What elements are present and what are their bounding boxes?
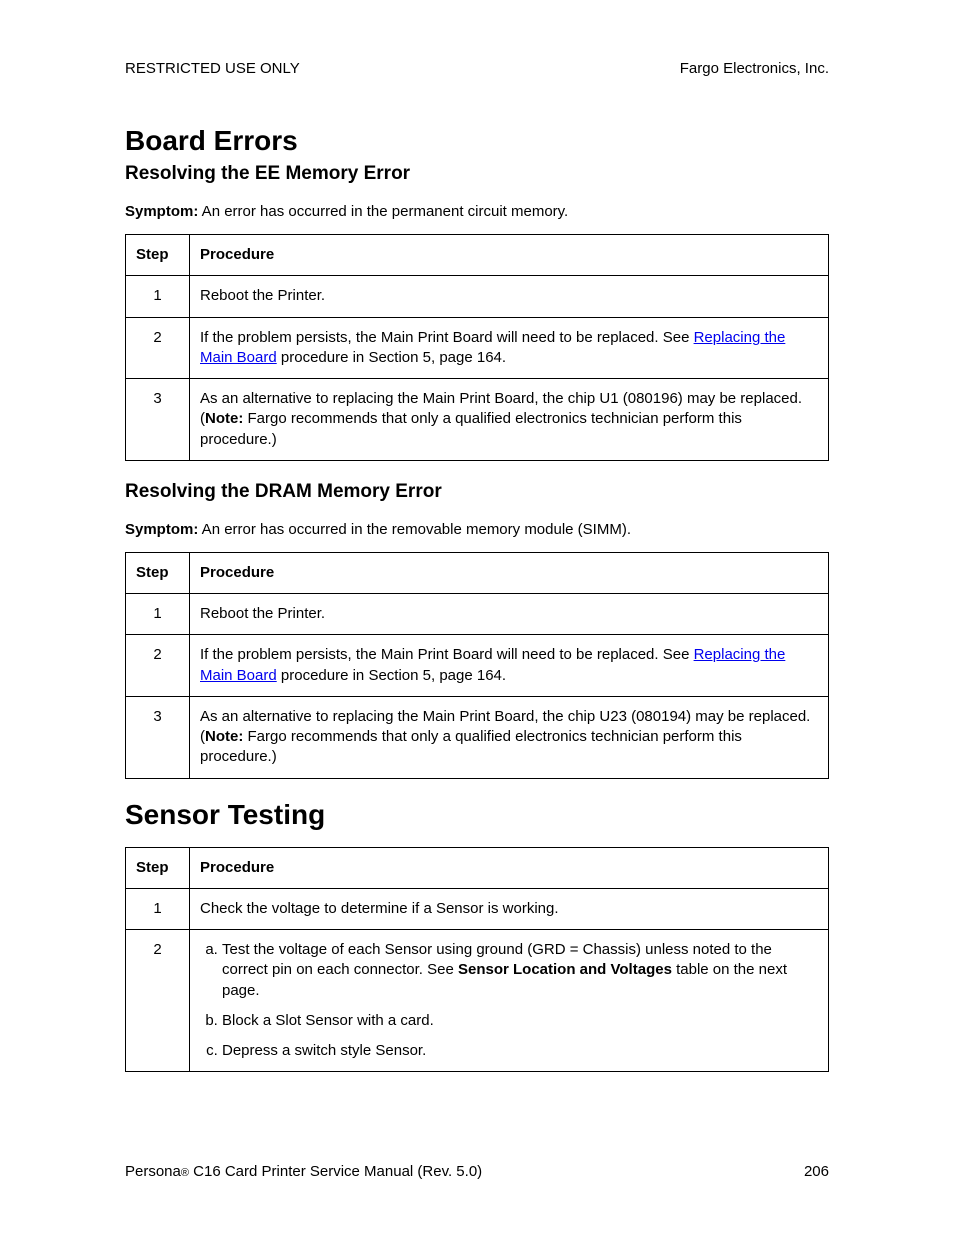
procedure-cell: As an alternative to replacing the Main … xyxy=(190,379,829,461)
dram-symptom: Symptom: An error has occurred in the re… xyxy=(125,521,829,538)
symptom-text: An error has occurred in the permanent c… xyxy=(198,203,568,220)
step-num: 1 xyxy=(126,888,190,929)
col-step: Step xyxy=(126,552,190,593)
table-row: 2 If the problem persists, the Main Prin… xyxy=(126,635,829,697)
heading-board-errors: Board Errors xyxy=(125,125,829,157)
table-row: 1 Check the voltage to determine if a Se… xyxy=(126,888,829,929)
procedure-cell: Check the voltage to determine if a Sens… xyxy=(190,888,829,929)
footer-text: Persona xyxy=(125,1163,181,1180)
col-step: Step xyxy=(126,847,190,888)
ee-symptom: Symptom: An error has occurred in the pe… xyxy=(125,203,829,220)
table-row: Step Procedure xyxy=(126,552,829,593)
proc-text: If the problem persists, the Main Print … xyxy=(200,646,694,663)
registered-symbol: ® xyxy=(181,1167,189,1179)
sub-list: Test the voltage of each Sensor using gr… xyxy=(200,940,818,1061)
header-left: RESTRICTED USE ONLY xyxy=(125,60,300,77)
col-procedure: Procedure xyxy=(190,552,829,593)
list-item: Depress a switch style Sensor. xyxy=(222,1041,818,1061)
procedure-cell: Reboot the Printer. xyxy=(190,276,829,317)
procedure-cell: As an alternative to replacing the Main … xyxy=(190,696,829,778)
col-procedure: Procedure xyxy=(190,235,829,276)
list-item: Block a Slot Sensor with a card. xyxy=(222,1011,818,1031)
li-bold: Sensor Location and Voltages xyxy=(458,961,672,978)
step-num: 1 xyxy=(126,594,190,635)
step-num: 2 xyxy=(126,930,190,1072)
page-footer: Persona® C16 Card Printer Service Manual… xyxy=(125,1163,829,1180)
procedure-cell: Reboot the Printer. xyxy=(190,594,829,635)
note-label: Note: xyxy=(205,410,243,427)
heading-dram-memory: Resolving the DRAM Memory Error xyxy=(125,481,829,503)
list-item: Test the voltage of each Sensor using gr… xyxy=(222,940,818,1001)
step-num: 1 xyxy=(126,276,190,317)
table-row: 3 As an alternative to replacing the Mai… xyxy=(126,696,829,778)
ee-table: Step Procedure 1 Reboot the Printer. 2 I… xyxy=(125,234,829,461)
proc-text: Fargo recommends that only a qualified e… xyxy=(200,728,742,765)
procedure-cell: If the problem persists, the Main Print … xyxy=(190,317,829,379)
table-row: Step Procedure xyxy=(126,235,829,276)
page-header: RESTRICTED USE ONLY Fargo Electronics, I… xyxy=(125,60,829,77)
step-num: 3 xyxy=(126,379,190,461)
table-row: 1 Reboot the Printer. xyxy=(126,594,829,635)
note-label: Note: xyxy=(205,728,243,745)
procedure-cell: Test the voltage of each Sensor using gr… xyxy=(190,930,829,1072)
step-num: 2 xyxy=(126,317,190,379)
heading-sensor-testing: Sensor Testing xyxy=(125,799,829,831)
table-row: Step Procedure xyxy=(126,847,829,888)
proc-text: procedure in Section 5, page 164. xyxy=(277,667,506,684)
proc-text: procedure in Section 5, page 164. xyxy=(277,349,506,366)
dram-table: Step Procedure 1 Reboot the Printer. 2 I… xyxy=(125,552,829,779)
document-page: RESTRICTED USE ONLY Fargo Electronics, I… xyxy=(0,0,954,1235)
sensor-table: Step Procedure 1 Check the voltage to de… xyxy=(125,847,829,1073)
symptom-label: Symptom: xyxy=(125,521,198,538)
col-procedure: Procedure xyxy=(190,847,829,888)
symptom-text: An error has occurred in the removable m… xyxy=(198,521,631,538)
table-row: 2 Test the voltage of each Sensor using … xyxy=(126,930,829,1072)
step-num: 2 xyxy=(126,635,190,697)
col-step: Step xyxy=(126,235,190,276)
proc-text: Fargo recommends that only a qualified e… xyxy=(200,410,742,447)
symptom-label: Symptom: xyxy=(125,203,198,220)
heading-ee-memory: Resolving the EE Memory Error xyxy=(125,163,829,185)
footer-left: Persona® C16 Card Printer Service Manual… xyxy=(125,1163,482,1180)
table-row: 3 As an alternative to replacing the Mai… xyxy=(126,379,829,461)
page-number: 206 xyxy=(804,1163,829,1180)
footer-text: C16 Card Printer Service Manual (Rev. 5.… xyxy=(189,1163,482,1180)
proc-text: If the problem persists, the Main Print … xyxy=(200,329,694,346)
step-num: 3 xyxy=(126,696,190,778)
procedure-cell: If the problem persists, the Main Print … xyxy=(190,635,829,697)
table-row: 2 If the problem persists, the Main Prin… xyxy=(126,317,829,379)
header-right: Fargo Electronics, Inc. xyxy=(680,60,829,77)
table-row: 1 Reboot the Printer. xyxy=(126,276,829,317)
